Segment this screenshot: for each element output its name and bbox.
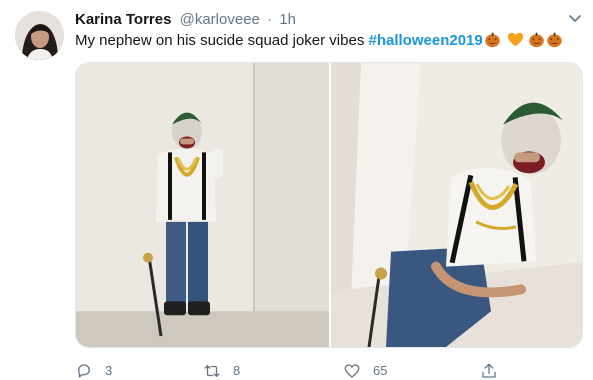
jack-o-lantern-icon — [547, 32, 562, 48]
hashtag-link[interactable]: #halloween2019 — [369, 32, 483, 49]
chevron-down-icon — [569, 15, 581, 22]
tweet-actions: 3 8 65 — [75, 362, 505, 380]
retweet-button[interactable]: 8 — [203, 362, 240, 380]
tweet-text: My nephew on his sucide squad joker vibe… — [75, 31, 563, 51]
tweet-menu-button[interactable] — [566, 10, 584, 28]
tweet-photo-2[interactable] — [331, 63, 583, 347]
share-button[interactable] — [480, 362, 498, 380]
tweet-body: My nephew on his sucide squad joker vibe… — [75, 32, 369, 49]
display-name[interactable]: Karina Torres — [75, 11, 171, 28]
user-handle[interactable]: @karloveee — [180, 11, 260, 28]
like-count: 65 — [373, 363, 388, 378]
like-icon — [344, 364, 360, 378]
reply-count: 3 — [105, 363, 113, 378]
share-icon — [482, 363, 496, 378]
like-button[interactable]: 65 — [343, 362, 387, 380]
jack-o-lantern-icon — [485, 32, 500, 48]
retweet-icon — [204, 365, 220, 377]
reply-button[interactable]: 3 — [75, 362, 112, 380]
tweet[interactable]: Karina Torres @karloveee · 1h My nephew … — [0, 0, 593, 380]
timestamp[interactable]: 1h — [279, 11, 296, 28]
jack-o-lantern-icon — [529, 32, 544, 48]
orange-heart-icon — [507, 32, 523, 47]
avatar[interactable] — [15, 11, 64, 60]
tweet-media — [75, 62, 583, 348]
tweet-photo-1[interactable] — [76, 63, 329, 347]
tweet-header: Karina Torres @karloveee · 1h — [75, 11, 296, 31]
avatar-image — [15, 11, 64, 60]
separator-dot: · — [267, 11, 273, 28]
reply-icon — [78, 364, 90, 378]
retweet-count: 8 — [233, 363, 241, 378]
